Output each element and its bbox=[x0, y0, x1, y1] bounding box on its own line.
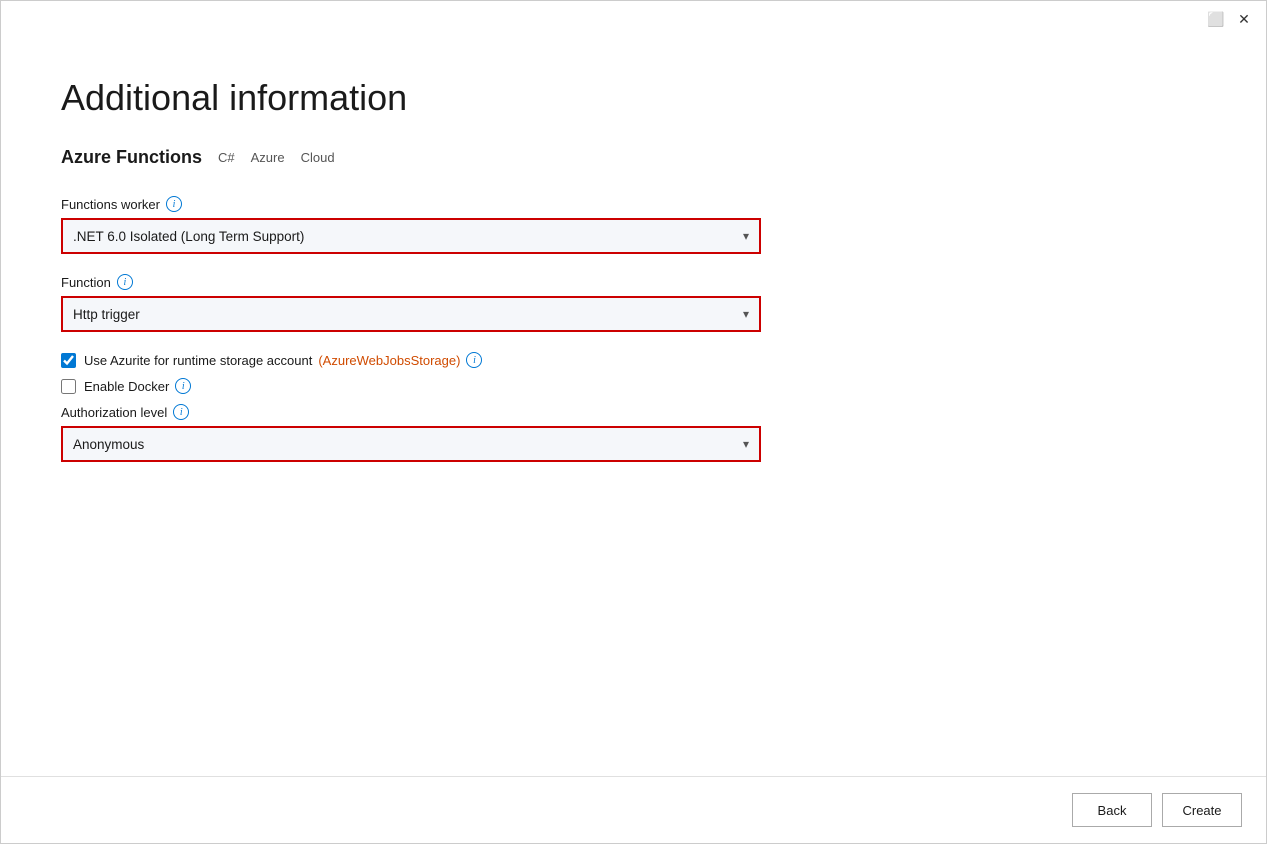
subtitle-row: Azure Functions C# Azure Cloud bbox=[61, 147, 1206, 168]
use-azurite-label: Use Azurite for runtime storage account … bbox=[84, 352, 482, 368]
use-azurite-checkbox[interactable] bbox=[61, 353, 76, 368]
authorization-level-arrow-icon: ▾ bbox=[743, 437, 749, 451]
main-content: Additional information Azure Functions C… bbox=[1, 37, 1266, 776]
use-azurite-row: Use Azurite for runtime storage account … bbox=[61, 352, 821, 368]
functions-worker-info-icon[interactable]: i bbox=[166, 196, 182, 212]
use-azurite-info-icon[interactable]: i bbox=[466, 352, 482, 368]
authorization-level-group: Authorization level i Anonymous ▾ bbox=[61, 404, 821, 462]
badge-csharp: C# bbox=[218, 150, 235, 165]
enable-docker-row: Enable Docker i bbox=[61, 378, 821, 394]
authorization-level-dropdown[interactable]: Anonymous ▾ bbox=[61, 426, 761, 462]
back-button[interactable]: Back bbox=[1072, 793, 1152, 827]
form-section: Functions worker i .NET 6.0 Isolated (Lo… bbox=[61, 196, 821, 462]
page-title: Additional information bbox=[61, 77, 1206, 119]
azurite-highlight: (AzureWebJobsStorage) bbox=[318, 353, 460, 368]
function-info-icon[interactable]: i bbox=[117, 274, 133, 290]
function-group: Function i Http trigger ▾ bbox=[61, 274, 821, 332]
authorization-level-label: Authorization level i bbox=[61, 404, 821, 420]
enable-docker-info-icon[interactable]: i bbox=[175, 378, 191, 394]
title-bar: ⬜ ✕ bbox=[1, 1, 1266, 37]
enable-docker-checkbox[interactable] bbox=[61, 379, 76, 394]
function-arrow-icon: ▾ bbox=[743, 307, 749, 321]
functions-worker-label: Functions worker i bbox=[61, 196, 821, 212]
function-label: Function i bbox=[61, 274, 821, 290]
create-button[interactable]: Create bbox=[1162, 793, 1242, 827]
subtitle-main: Azure Functions bbox=[61, 147, 202, 168]
functions-worker-group: Functions worker i .NET 6.0 Isolated (Lo… bbox=[61, 196, 821, 254]
footer: Back Create bbox=[1, 776, 1266, 843]
function-value: Http trigger bbox=[73, 307, 743, 322]
functions-worker-value: .NET 6.0 Isolated (Long Term Support) bbox=[73, 229, 743, 244]
function-dropdown[interactable]: Http trigger ▾ bbox=[61, 296, 761, 332]
main-window: ⬜ ✕ Additional information Azure Functio… bbox=[0, 0, 1267, 844]
enable-docker-label: Enable Docker i bbox=[84, 378, 191, 394]
badge-azure: Azure bbox=[251, 150, 285, 165]
functions-worker-dropdown[interactable]: .NET 6.0 Isolated (Long Term Support) ▾ bbox=[61, 218, 761, 254]
maximize-button[interactable]: ⬜ bbox=[1206, 9, 1226, 29]
badge-cloud: Cloud bbox=[301, 150, 335, 165]
functions-worker-arrow-icon: ▾ bbox=[743, 229, 749, 243]
close-button[interactable]: ✕ bbox=[1234, 9, 1254, 29]
authorization-level-value: Anonymous bbox=[73, 437, 743, 452]
authorization-level-info-icon[interactable]: i bbox=[173, 404, 189, 420]
